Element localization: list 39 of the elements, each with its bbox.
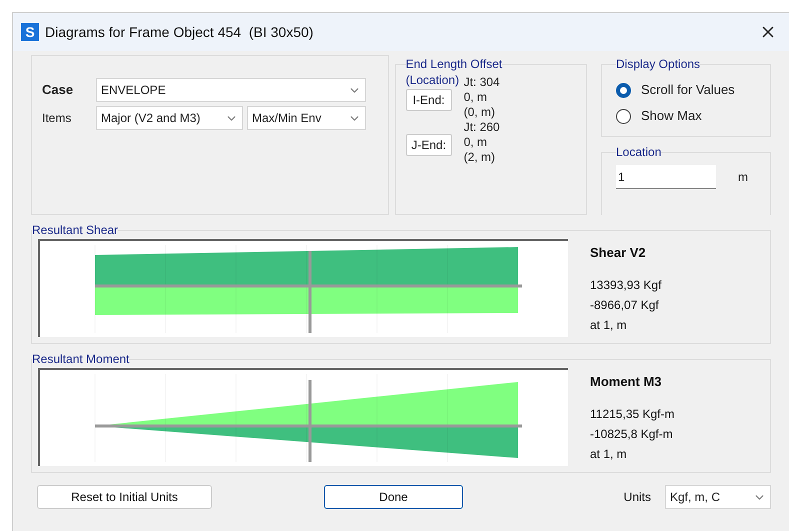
- units-dropdown[interactable]: Kgf, m, C: [665, 485, 771, 509]
- case-label: Case: [42, 81, 74, 100]
- radio-button[interactable]: [616, 82, 631, 98]
- items-label: Items: [42, 110, 72, 127]
- radio-option[interactable]: Scroll for Values: [616, 77, 756, 103]
- joint-label: Jt: 304: [464, 75, 500, 90]
- group-title: Resultant Shear: [32, 222, 118, 239]
- location-value: (0, m): [464, 105, 496, 120]
- diagram-heading: Moment M3: [590, 373, 662, 391]
- offset-value: 0, m: [464, 90, 488, 105]
- app-logo: S: [21, 23, 39, 41]
- end-button[interactable]: J-End:: [406, 134, 452, 156]
- unit-label: m: [738, 169, 748, 186]
- diagram-value: 13393,93 Kgf: [590, 276, 662, 294]
- location-field[interactable]: 1: [616, 165, 716, 189]
- units-label: Units: [624, 489, 651, 506]
- radio-button[interactable]: [616, 108, 631, 124]
- reset-units-button[interactable]: Reset to Initial Units: [37, 485, 212, 509]
- location-value: (2, m): [464, 150, 496, 165]
- group-subtitle: (Location): [406, 72, 460, 89]
- done-button[interactable]: Done: [324, 485, 463, 509]
- joint-label: Jt: 260: [464, 120, 500, 135]
- diagram-value: at 1, m: [590, 316, 628, 334]
- diagram-heading: Shear V2: [590, 244, 647, 262]
- diagram-value: at 1, m: [590, 446, 628, 462]
- items-dropdown[interactable]: Major (V2 and M3): [96, 106, 243, 130]
- group-title: Resultant Moment: [32, 351, 130, 368]
- case-dropdown[interactable]: ENVELOPE: [96, 78, 366, 102]
- group-title: End Length Offset: [406, 56, 502, 73]
- window-title: Diagrams for Frame Object 454 (BI 30x50): [45, 22, 314, 42]
- end-button[interactable]: I-End:: [406, 88, 452, 110]
- result-type-dropdown[interactable]: Max/Min Env: [247, 106, 366, 130]
- group-title: Location: [616, 144, 662, 161]
- group-title: Display Options: [616, 56, 700, 73]
- offset-value: 0, m: [464, 135, 488, 150]
- diagram-value: -10825,8 Kgf-m: [590, 426, 674, 442]
- radio-option[interactable]: Show Max: [616, 103, 756, 129]
- diagram-value: -8966,07 Kgf: [590, 296, 660, 314]
- diagram-value: 11215,35 Kgf-m: [590, 406, 674, 422]
